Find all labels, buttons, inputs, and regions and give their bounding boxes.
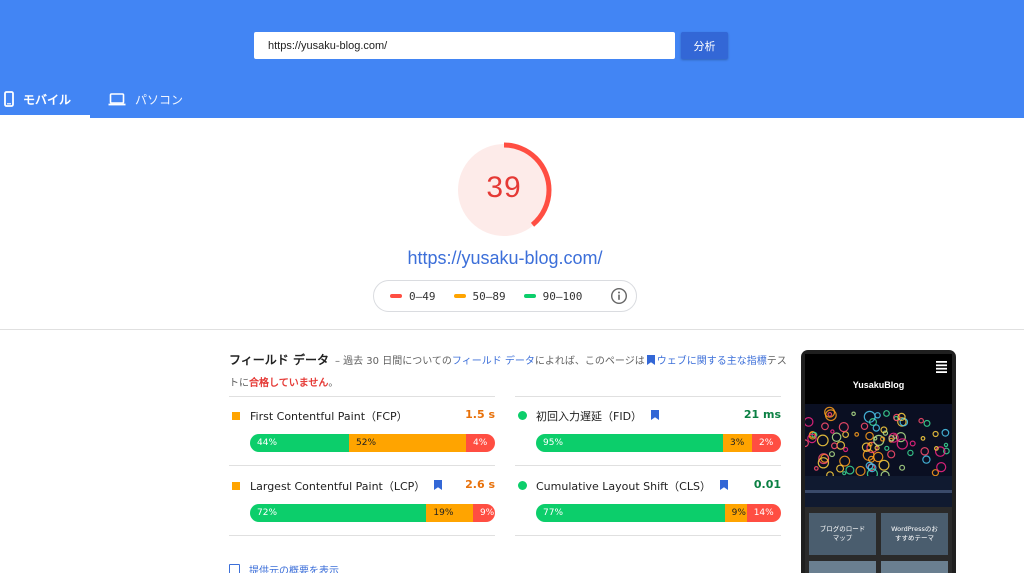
metric-name-cls: Cumulative Layout Shift（CLS） (536, 478, 728, 494)
legend-label-pass: 90–100 (542, 289, 583, 303)
metric-fcp: First Contentful Paint（FCP） 1.5 s 44% 52% 4% (229, 400, 495, 452)
bookmark-icon (719, 479, 728, 493)
poor-segment: 9% (472, 504, 495, 522)
metric-divider (515, 465, 781, 466)
tab-mobile-label: モバイル (23, 92, 72, 107)
needs-improvement-segment: 19% (426, 504, 473, 522)
phone-card-3 (809, 561, 876, 573)
origin-summary-label[interactable]: 提供元の概要を表示 (249, 562, 339, 573)
good-segment: 44% (250, 434, 350, 452)
score-legend: 0–49 50–89 90–100 (373, 280, 637, 312)
tab-mobile[interactable]: モバイル (0, 80, 90, 118)
phone-card-theme: WordPressのお すすめテーマ (881, 513, 948, 555)
metric-name-text: First Contentful Paint（FCP） (250, 410, 408, 423)
phone-card-roadmap-label: ブログのロード マップ (819, 525, 866, 542)
phone-screen: YusakuBlog ブログのロード マップ WordPressのお すすめテー… (805, 354, 952, 573)
metric-cls: Cumulative Layout Shift（CLS） 0.01 77% 9% 14% (515, 470, 781, 522)
origin-summary-toggle[interactable]: 提供元の概要を表示 (229, 562, 339, 573)
metric-header: Largest Contentful Paint（LCP） 2.6 s (229, 470, 495, 500)
page-screenshot-preview: YusakuBlog ブログのロード マップ WordPressのお すすめテー… (801, 350, 956, 573)
legend-swatch-red (390, 294, 402, 298)
good-segment: 95% (536, 434, 723, 452)
url-input[interactable] (254, 32, 675, 59)
metric-divider (515, 396, 781, 397)
metric-lcp: Largest Contentful Paint（LCP） 2.6 s 72% 19%… (229, 470, 495, 522)
metric-divider (515, 535, 781, 536)
laptop-icon (108, 92, 126, 106)
good-segment: 72% (250, 504, 427, 522)
metric-value-fid: 21 ms (743, 408, 781, 421)
legend-swatch-green (523, 294, 536, 298)
analyzed-url: https://yusaku-blog.com/ (407, 248, 603, 268)
legend-swatch-orange (453, 294, 466, 298)
tab-desktop[interactable]: パソコン (108, 80, 208, 118)
poor-segment: 4% (466, 434, 495, 452)
performance-score: 39 (486, 171, 522, 204)
smartphone-icon (4, 91, 14, 107)
metric-name-lcp: Largest Contentful Paint（LCP） (250, 478, 443, 494)
phone-site-title: YusakuBlog (852, 380, 905, 390)
metric-name-fcp: First Contentful Paint（FCP） (250, 408, 408, 424)
phone-card-4 (881, 561, 948, 573)
legend-item-average: 50–89 (453, 289, 506, 303)
legend-label-average: 50–89 (472, 289, 506, 303)
distribution-bar: 44% 52% 4% (250, 434, 495, 452)
info-icon[interactable] (610, 287, 628, 308)
legend-item-fail: 0–49 (390, 290, 436, 303)
menu-icon (936, 358, 947, 377)
good-segment: 77% (536, 504, 725, 522)
bookmark-icon (646, 352, 655, 373)
metric-value-lcp: 2.6 s (465, 478, 495, 491)
metric-name-fid: 初回入力遅延（FID） (536, 408, 660, 424)
section-divider (0, 329, 1024, 330)
metric-divider (229, 465, 495, 466)
metric-divider (229, 396, 495, 397)
field-data-title: フィールド データ (229, 353, 329, 367)
needs-improvement-segment: 52% (349, 434, 466, 452)
poor-segment: 2% (752, 434, 781, 452)
metric-header: First Contentful Paint（FCP） 1.5 s (229, 400, 495, 430)
distribution-bar: 77% 9% 14% (536, 504, 781, 522)
metric-value-fcp: 1.5 s (465, 408, 495, 421)
average-status-icon (232, 412, 240, 420)
metric-fid: 初回入力遅延（FID） 21 ms 95% 3% 2% (515, 400, 781, 452)
active-tab-indicator (0, 115, 90, 118)
origin-summary-checkbox[interactable] (229, 564, 240, 573)
metric-name-text: 初回入力遅延（FID） (536, 410, 643, 423)
field-data-desc-1: – 過去 30 日間についての (334, 356, 452, 367)
distribution-bar: 72% 19% 9% (250, 504, 495, 522)
distribution-bar: 95% 3% 2% (536, 434, 781, 452)
metric-name-text: Cumulative Layout Shift（CLS） (536, 480, 711, 493)
phone-card-roadmap: ブログのロード マップ (809, 513, 876, 555)
field-data-desc-2: によれば、このページは (534, 356, 645, 367)
bookmark-icon (651, 409, 660, 423)
pass-status-icon (518, 411, 527, 420)
field-data-desc-end: 。 (328, 378, 339, 389)
fireworks-hero-image (805, 404, 952, 507)
legend-item-pass: 90–100 (523, 289, 583, 303)
top-bar: 分析 モバイル パソコン (0, 0, 1024, 118)
metric-value-cls: 0.01 (753, 478, 781, 491)
bookmark-icon (434, 479, 443, 493)
metric-header: 初回入力遅延（FID） 21 ms (515, 400, 781, 430)
metric-name-text: Largest Contentful Paint（LCP） (250, 480, 426, 493)
phone-card-area: ブログのロード マップ WordPressのお すすめテーマ (805, 507, 952, 573)
core-web-vitals-link[interactable]: ウェブに関する主な指標 (657, 356, 767, 367)
phone-card-theme-label: WordPressのお すすめテーマ (891, 525, 938, 542)
poor-segment: 14% (746, 504, 781, 522)
field-data-heading: フィールド データ – 過去 30 日間についてのフィールド データによれば、この… (229, 350, 789, 394)
average-status-icon (232, 482, 240, 490)
metric-divider (229, 535, 495, 536)
analyze-button[interactable]: 分析 (681, 32, 728, 59)
needs-improvement-segment: 3% (723, 434, 752, 452)
metric-header: Cumulative Layout Shift（CLS） 0.01 (515, 470, 781, 500)
legend-label-fail: 0–49 (409, 289, 436, 303)
tab-desktop-label: パソコン (135, 92, 184, 107)
fail-status: 合格していません (249, 378, 329, 389)
field-data-link[interactable]: フィールド データ (452, 356, 535, 367)
needs-improvement-segment: 9% (724, 504, 747, 522)
pass-status-icon (518, 481, 527, 490)
